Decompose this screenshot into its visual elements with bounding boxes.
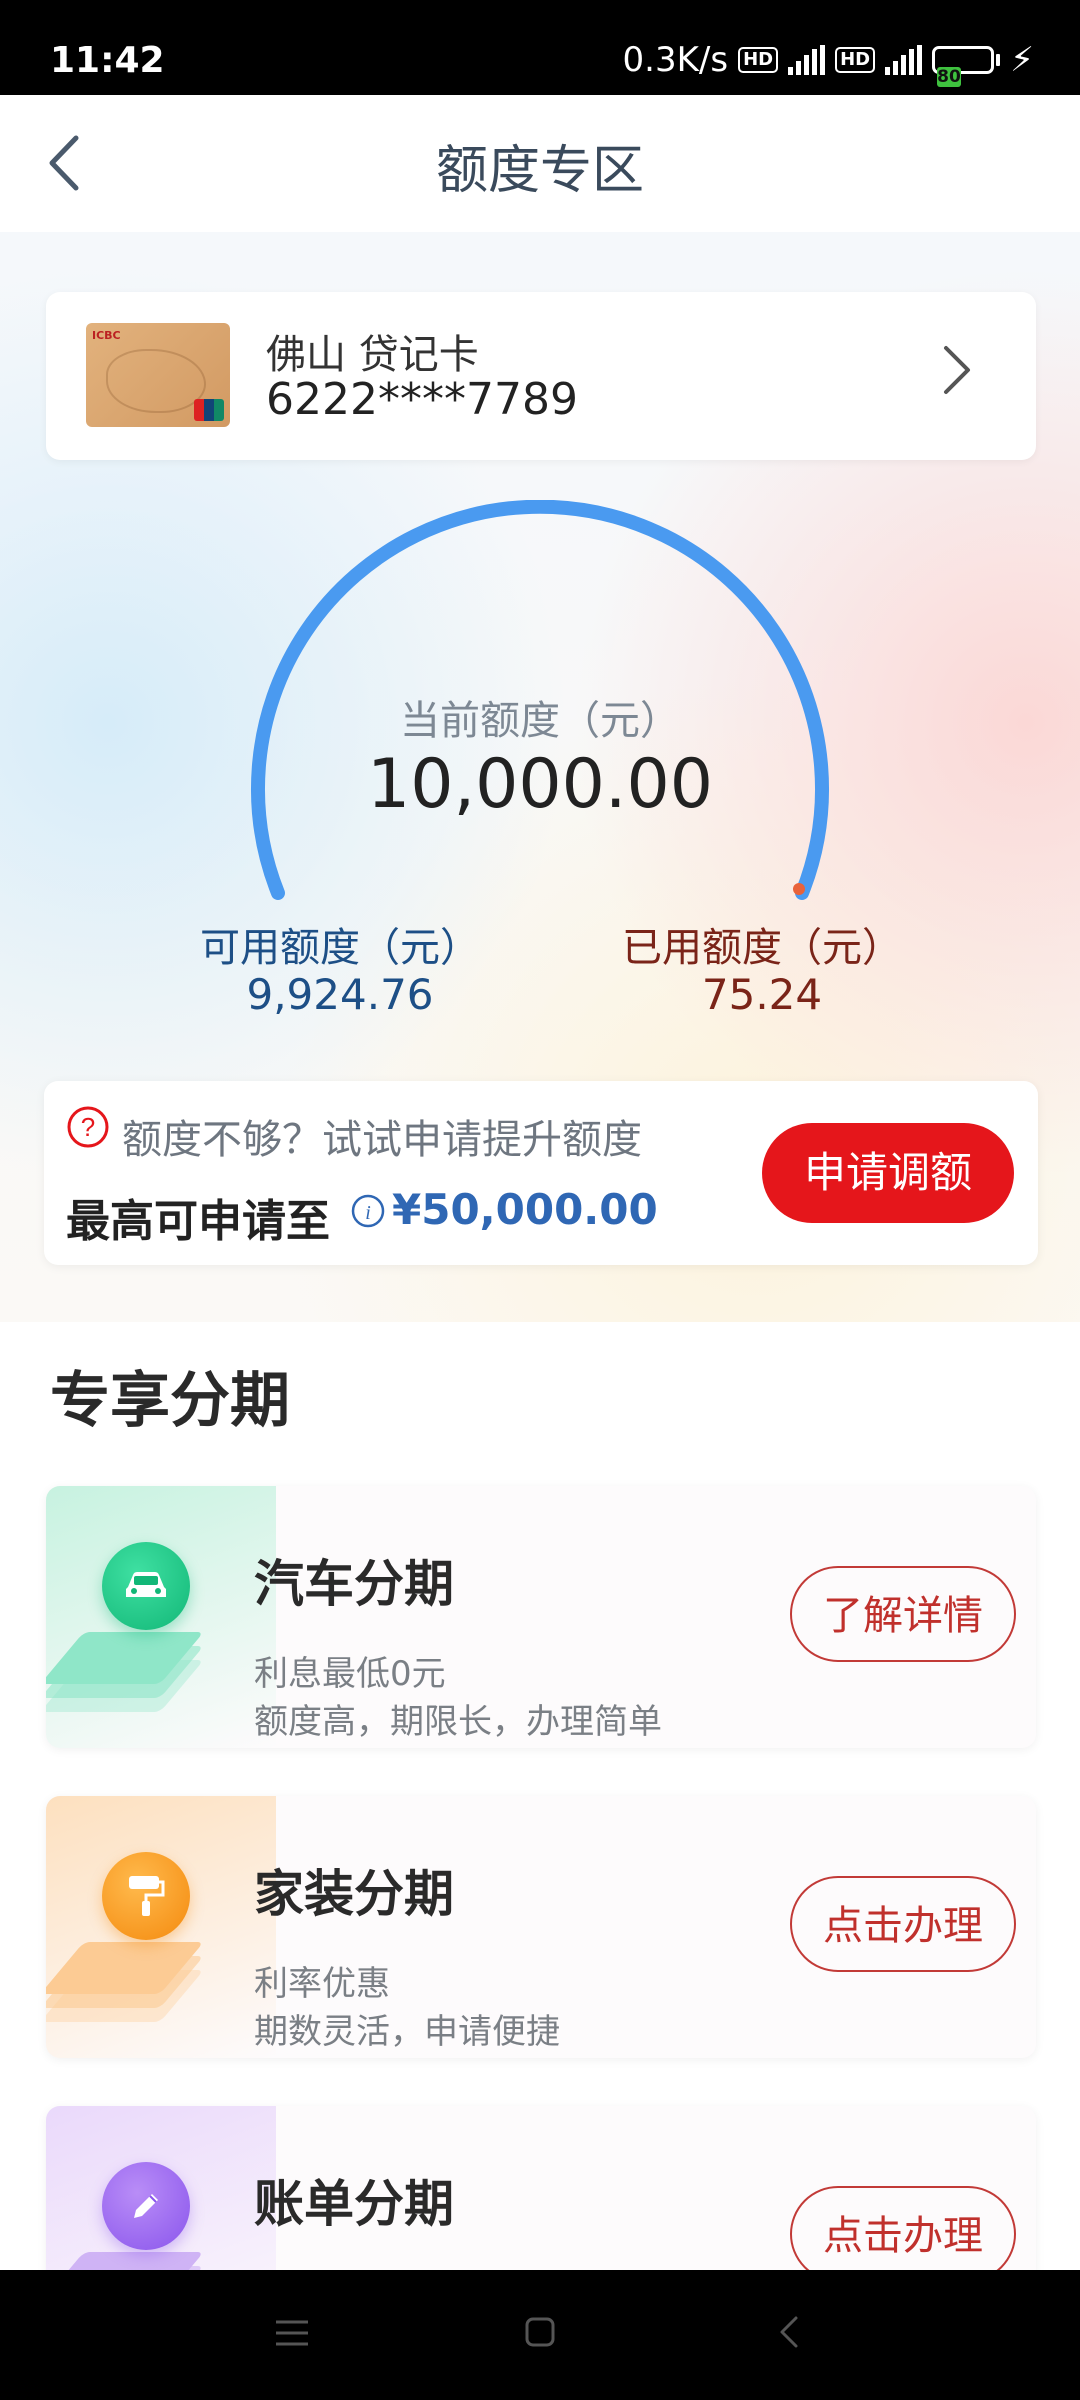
network-speed: 0.3K/s: [622, 40, 729, 80]
installment-description: 期数灵活，申请便捷: [254, 2012, 560, 2052]
bank-card-image: ICBC: [86, 323, 230, 427]
back-icon[interactable]: [778, 2314, 800, 2350]
card-name: 佛山 贷记卡: [266, 332, 479, 378]
signal-icon: [788, 45, 826, 75]
installment-subtitle: 利率优惠: [254, 1964, 390, 2004]
available-quota-value: 9,924.76: [246, 970, 434, 1019]
status-indicators: 0.3K/s HD HD 80 ⚡: [622, 40, 1034, 87]
current-quota-label: 当前额度（元）: [400, 698, 680, 744]
svg-text:?: ?: [81, 1112, 95, 1142]
available-quota-label: 可用额度（元）: [200, 925, 480, 971]
used-quota-label: 已用额度（元）: [622, 925, 902, 971]
learn-details-button[interactable]: 了解详情: [790, 1566, 1016, 1662]
current-quota-value: 10,000.00: [366, 745, 714, 824]
apply-now-button[interactable]: 点击办理: [790, 1876, 1016, 1972]
signal-icon-2: [885, 45, 923, 75]
svg-text:i: i: [365, 1202, 371, 1224]
installment-card-car[interactable]: 汽车分期 利息最低0元 额度高，期限长，办理简单 了解详情: [46, 1486, 1036, 1748]
pen-icon: [102, 2162, 190, 2250]
paint-roller-icon: [102, 1852, 190, 1940]
question-icon: ?: [67, 1106, 109, 1148]
apply-now-button[interactable]: 点击办理: [790, 2186, 1016, 2282]
installment-title: 家装分期: [254, 1865, 454, 1923]
home-icon[interactable]: [524, 2316, 556, 2348]
menu-icon[interactable]: [274, 2318, 310, 2348]
installment-title: 账单分期: [254, 2175, 454, 2233]
hd-badge: HD: [738, 47, 779, 73]
card-number: 6222****7789: [266, 374, 578, 425]
max-apply-value: ¥50,000.00: [392, 1185, 658, 1234]
apply-adjust-quota-button[interactable]: 申请调额: [762, 1123, 1014, 1223]
installment-subtitle: 利息最低0元: [254, 1654, 446, 1694]
installment-title: 汽车分期: [254, 1555, 454, 1613]
page-title: 额度专区: [435, 141, 644, 201]
used-quota-value: 75.24: [701, 970, 823, 1019]
battery-icon: 80: [932, 46, 1001, 87]
charging-icon: ⚡: [1010, 40, 1034, 80]
info-icon[interactable]: i: [350, 1193, 386, 1229]
chevron-right-icon[interactable]: [940, 342, 974, 398]
car-icon: [102, 1542, 190, 1630]
battery-level: 80: [937, 67, 961, 87]
hd-badge-2: HD: [835, 47, 876, 73]
installment-card-home-decoration[interactable]: 家装分期 利率优惠 期数灵活，申请便捷 点击办理: [46, 1796, 1036, 2058]
raise-quota-hint: 额度不够？试试申请提升额度: [122, 1117, 642, 1163]
gauge-used-dot: [793, 883, 805, 895]
installment-description: 额度高，期限长，办理简单: [254, 1702, 662, 1742]
section-title: 专享分期: [50, 1366, 290, 1436]
status-time: 11:42: [50, 40, 165, 81]
max-apply-label: 最高可申请至: [66, 1196, 330, 1247]
